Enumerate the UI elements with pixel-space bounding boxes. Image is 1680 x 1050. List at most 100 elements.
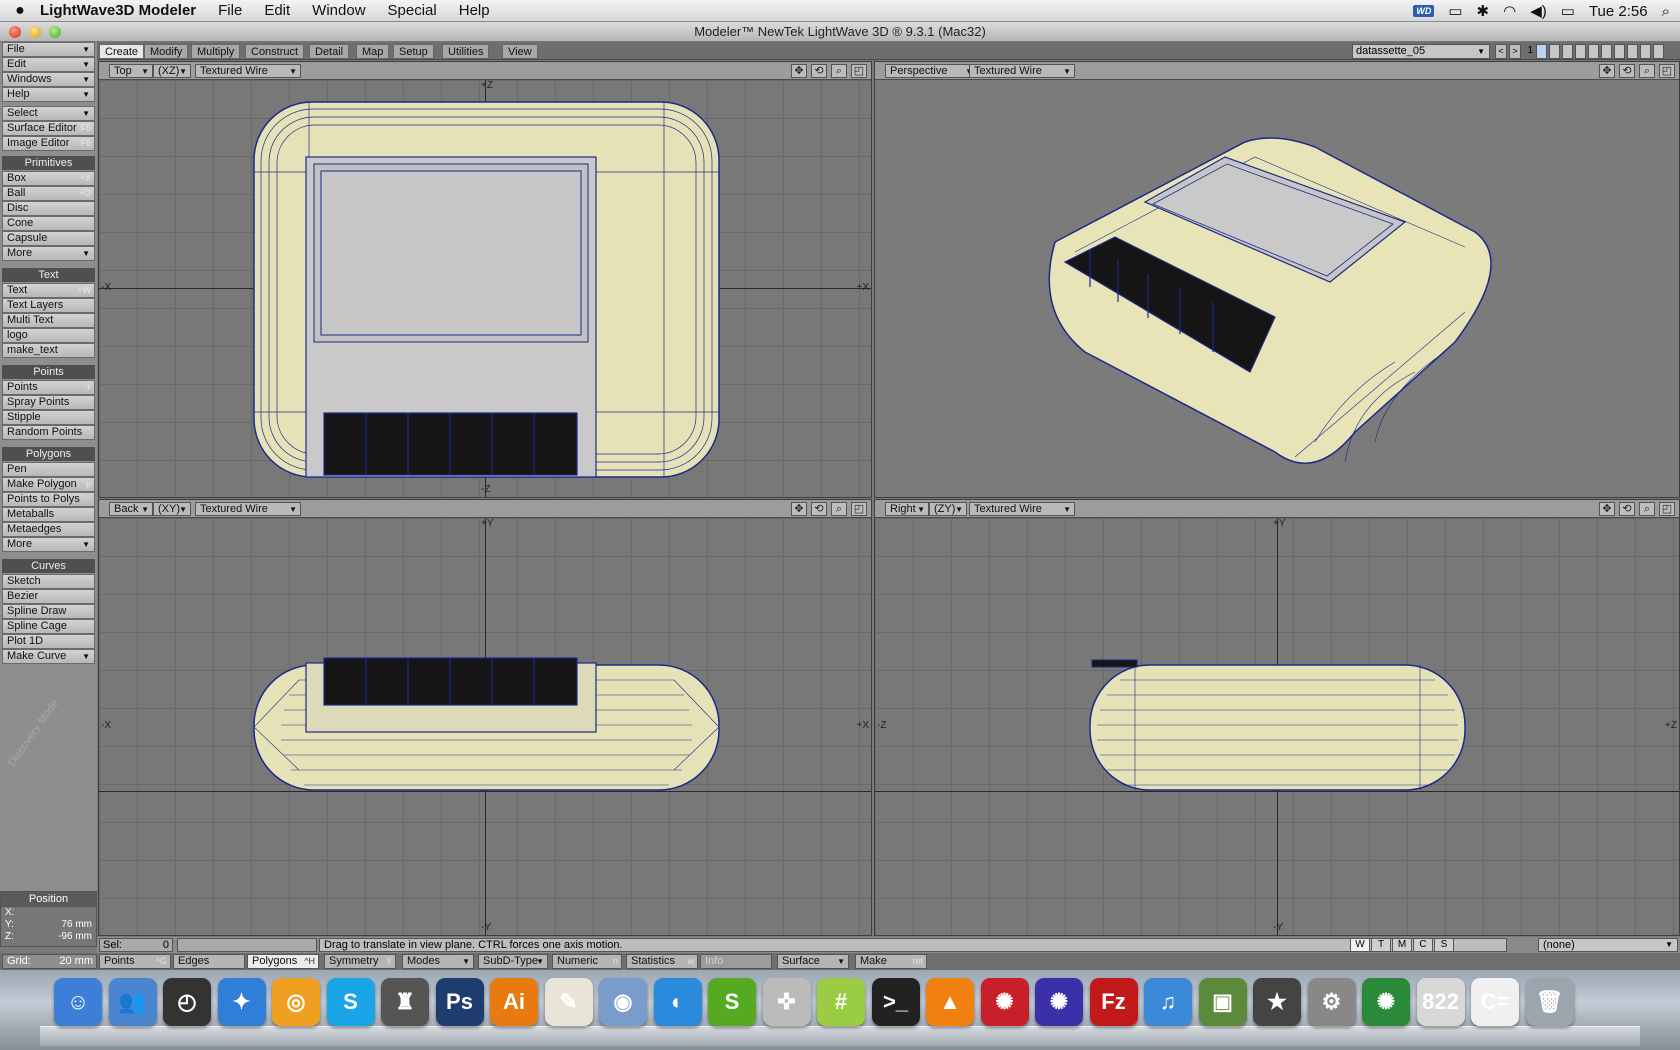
safari-icon[interactable]: ✦ [217,978,266,1026]
apple-icon[interactable]: ● [0,2,40,20]
layer-slot-6[interactable] [1601,44,1612,59]
commodore-icon[interactable]: C= [1471,978,1519,1026]
vmap-selector[interactable]: (none) [1538,938,1678,952]
layer-slot-8[interactable] [1627,44,1638,59]
preview-icon[interactable]: ◉ [599,978,647,1026]
skype-icon[interactable]: S [326,978,375,1026]
transmit-icon[interactable]: ♜ [381,978,429,1026]
texture-map-button[interactable]: T [1371,938,1391,952]
display-icon[interactable]: ▭ [1448,2,1462,20]
layer-slot-3[interactable] [1562,44,1573,59]
menu-file[interactable]: File [218,2,242,19]
toolbar-points-item[interactable]: Stipple [2,410,95,425]
textedit-icon[interactable]: ✎ [544,978,593,1026]
toolbar-primitives-item[interactable]: Capsule [2,231,95,246]
surface-editor-button[interactable]: Surface Editor F5 [2,121,95,136]
layer-slot-2[interactable] [1549,44,1560,59]
morph-map-button[interactable]: M [1392,938,1412,952]
menu-special[interactable]: Special [388,2,437,19]
tab-detail[interactable]: Detail [309,44,350,59]
viewport-right[interactable]: Right (ZY) Textured Wire ✥ ⟲ ⌕ ◰ +Y -Y -… [874,499,1680,936]
tab-setup[interactable]: Setup [393,44,434,59]
modes-dropdown[interactable]: Modes [402,954,474,969]
next-layer-button[interactable]: > [1509,44,1521,59]
spiral-icon[interactable]: ◐ [653,978,702,1026]
toolbar-curves-item[interactable]: Bezier [2,589,95,604]
photoshop-icon[interactable]: Ps [435,978,484,1026]
toolbar-curves-item[interactable]: Make Curve [2,649,95,664]
toolbar-curves-item[interactable]: Spline Cage [2,619,95,634]
tab-view[interactable]: View [502,44,538,59]
toolbar-polygons-item[interactable]: Make Polygon p [2,477,95,492]
tab-multiply[interactable]: Multiply [191,44,241,59]
toolbar-text-item[interactable]: Text +W [2,283,95,298]
menu-window[interactable]: Window [312,2,365,19]
surface-button[interactable]: Surface [777,954,849,969]
lightwave-icon[interactable]: ✺ [980,978,1029,1026]
tab-create[interactable]: Create [99,44,145,59]
toolbar-primitives-item[interactable]: More [2,246,95,261]
toolbar-text-item[interactable]: Multi Text [2,313,95,328]
toolbar-text-item[interactable]: logo [2,328,95,343]
toolbar-polygons-item[interactable]: Metaballs [2,507,95,522]
toolbar-points-item[interactable]: Random Points [2,425,95,440]
toolbar-polygons-item[interactable]: Metaedges [2,522,95,537]
weight-map-button[interactable]: W [1350,938,1370,952]
filezilla-icon[interactable]: Fz [1089,978,1138,1026]
toolbar-curves-item[interactable]: Spline Draw [2,604,95,619]
color-map-button[interactable]: C [1413,938,1433,952]
spotlight-icon[interactable]: ⌕ [1662,3,1670,20]
toolbar-polygons-item[interactable]: Pen [2,462,95,477]
iphoto-icon[interactable]: ▣ [1198,978,1247,1026]
toolbar-file[interactable]: File [2,42,95,57]
close-button[interactable] [9,26,21,38]
wifi-icon[interactable]: ◠ [1503,2,1516,20]
tab-construct[interactable]: Construct [245,44,305,59]
layer-slot-4[interactable] [1575,44,1586,59]
polygons-mode-button[interactable]: Polygons ^H [247,954,319,969]
adium-icon[interactable]: # [817,978,865,1026]
toolbar-windows[interactable]: Windows [2,72,95,87]
toolbar-text-item[interactable]: Text Layers [2,298,95,313]
volume-icon[interactable]: ◀) [1530,2,1547,20]
toolbar-help[interactable]: Help [2,87,95,102]
lightwave-modeler-icon[interactable]: ✺ [1035,978,1083,1026]
skim-icon[interactable]: S [708,978,756,1026]
illustrator-icon[interactable]: Ai [490,978,538,1026]
toolbar-primitives-item[interactable]: Disc [2,201,95,216]
image-editor-button[interactable]: Image Editor F6 [2,136,95,151]
toolbar-curves-item[interactable]: Plot 1D [2,634,95,649]
toolbar-primitives-item[interactable]: Box +X [2,171,95,186]
prev-layer-button[interactable]: < [1495,44,1507,59]
menubar-app-name[interactable]: LightWave3D Modeler [40,2,196,19]
lightwave-hub-icon[interactable]: ✺ [1362,978,1410,1026]
toolbar-primitives-item[interactable]: Cone [2,216,95,231]
edges-mode-button[interactable]: Edges [173,954,245,969]
layer-slot-10[interactable] [1653,44,1664,59]
toolbar-points-item[interactable]: Spray Points [2,395,95,410]
vlc-icon[interactable]: ▲ [926,978,974,1026]
layer-slot-1[interactable] [1536,44,1547,59]
itunes-icon[interactable]: ♫ [1144,978,1192,1026]
tab-utilities[interactable]: Utilities [442,44,490,59]
toolbar-polygons-item[interactable]: Points to Polys [2,492,95,507]
viewport-perspective[interactable]: Perspective Textured Wire ✥ ⟲ ⌕ ◰ [874,61,1680,498]
imovie-icon[interactable]: ★ [1253,978,1301,1026]
numeric-button[interactable]: Numeric n [552,954,622,969]
layer-slot-5[interactable] [1588,44,1599,59]
finder-icon[interactable]: ☺ [54,978,102,1026]
wd-drive-icon[interactable]: WD [1413,5,1435,17]
battery-icon[interactable]: ▭ [1561,2,1575,20]
dashboard-icon[interactable]: ◴ [163,978,211,1026]
toolbar-select[interactable]: Select [2,106,95,121]
tab-modify[interactable]: Modify [144,44,189,59]
joystick-icon[interactable]: ✜ [762,978,811,1026]
subd-type-dropdown[interactable]: SubD-Type [478,954,548,969]
toolbar-polygons-item[interactable]: More [2,537,95,552]
make-button[interactable]: Make ret [855,954,927,969]
toolbar-points-item[interactable]: Points + [2,380,95,395]
toolbar-edit[interactable]: Edit [2,57,95,72]
ichat-icon[interactable]: 👥 [108,978,157,1026]
document-icon[interactable]: 822 [1416,978,1465,1026]
selection-set-button[interactable]: S [1434,938,1454,952]
